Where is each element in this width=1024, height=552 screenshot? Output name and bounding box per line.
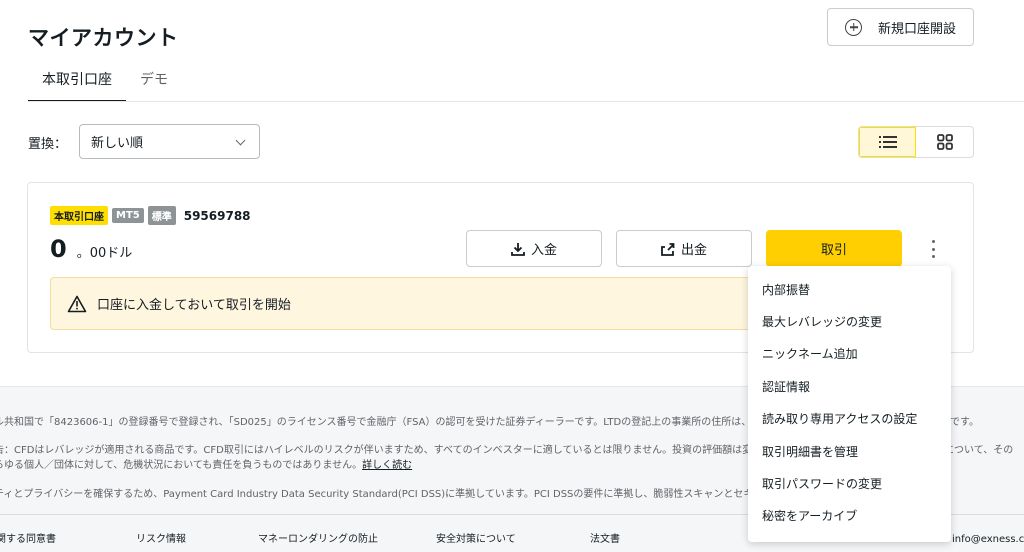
plus-circle-icon bbox=[845, 18, 862, 36]
account-number: 59569788 bbox=[183, 208, 251, 223]
menu-item-statements[interactable]: 取引明細書を管理 bbox=[748, 435, 951, 467]
list-icon bbox=[878, 136, 897, 148]
footer-link-agreement[interactable]: 関する同意書 bbox=[0, 532, 56, 547]
warning-icon bbox=[67, 295, 87, 312]
balance-decimal: 。00ドル bbox=[76, 246, 133, 261]
new-account-label: 新規口座開設 bbox=[878, 21, 957, 37]
balance: 0 。00ドル bbox=[50, 235, 132, 263]
trade-button[interactable]: 取引 bbox=[766, 230, 902, 267]
withdraw-button[interactable]: 出金 bbox=[616, 230, 752, 267]
more-options-menu: 内部振替 最大レバレッジの変更 ニックネーム追加 認証情報 読み取り専用アクセス… bbox=[748, 266, 951, 542]
footer-link-aml[interactable]: マネーロンダリングの防止 bbox=[258, 532, 378, 547]
badge-type: 標準 bbox=[147, 206, 176, 225]
more-options-icon[interactable] bbox=[926, 238, 940, 260]
view-toggle bbox=[858, 126, 974, 158]
chevron-down-icon bbox=[235, 135, 246, 146]
account-badges: 本取引口座 MT5 標準 59569788 bbox=[50, 206, 251, 225]
warning-text: 口座に入金しておいて取引を開始 bbox=[97, 298, 291, 313]
badge-platform: MT5 bbox=[112, 208, 144, 223]
download-icon bbox=[511, 242, 525, 256]
footer-link-legal[interactable]: 法文書 bbox=[590, 532, 620, 547]
deposit-button[interactable]: 入金 bbox=[466, 230, 602, 267]
deposit-label: 入金 bbox=[530, 243, 557, 258]
footer-link-risk[interactable]: リスク情報 bbox=[136, 532, 186, 547]
footer-line-3: らゆる個人／団体に対して、危機状況においても責任を負うものではありません。詳しく… bbox=[0, 460, 413, 471]
footer-line-2: 告：CFDはレバレッジが適用される商品です。CFD取引にはハイレベルのリスクが伴… bbox=[0, 445, 1014, 456]
menu-item-change-password[interactable]: 取引パスワードの変更 bbox=[748, 467, 951, 499]
sort-select[interactable]: 新しい順 bbox=[79, 124, 260, 159]
badge-real: 本取引口座 bbox=[50, 206, 108, 225]
grid-icon bbox=[936, 134, 953, 150]
menu-item-internal-transfer[interactable]: 内部振替 bbox=[748, 273, 951, 305]
sort-label: 置換： bbox=[28, 137, 68, 152]
grid-view-button[interactable] bbox=[916, 127, 973, 157]
tab-divider bbox=[28, 101, 1024, 102]
footer-line-4: ティとプライバシーを確保するため、Payment Card Industry D… bbox=[0, 489, 853, 500]
menu-item-archive[interactable]: 秘密をアーカイブ bbox=[748, 500, 951, 532]
footer-email[interactable]: info@exness.com bbox=[952, 532, 1024, 547]
account-tabs: 本取引口座 デモ bbox=[28, 62, 182, 102]
menu-item-credentials[interactable]: 認証情報 bbox=[748, 370, 951, 402]
withdraw-label: 出金 bbox=[680, 243, 707, 258]
menu-item-change-leverage[interactable]: 最大レバレッジの変更 bbox=[748, 305, 951, 337]
menu-item-add-nickname[interactable]: ニックネーム追加 bbox=[748, 338, 951, 370]
deposit-warning-banner: 口座に入金しておいて取引を開始 bbox=[50, 277, 762, 330]
share-upload-icon bbox=[661, 242, 675, 256]
sort-value: 新しい順 bbox=[91, 136, 144, 151]
page-title: マイアカウント bbox=[28, 26, 179, 50]
footer-link-security[interactable]: 安全対策について bbox=[436, 532, 516, 547]
tab-demo[interactable]: デモ bbox=[126, 62, 182, 102]
footer-line-1: ル共和国で「8423606-1」の登録番号で登録され、「SD025」のライセンス… bbox=[0, 417, 979, 428]
read-more-link[interactable]: 詳しく読む bbox=[362, 460, 412, 471]
list-view-button[interactable] bbox=[859, 127, 917, 157]
menu-item-read-only-access[interactable]: 読み取り専用アクセスの設定 bbox=[748, 403, 951, 435]
tab-real[interactable]: 本取引口座 bbox=[28, 62, 126, 102]
balance-integer: 0 bbox=[50, 235, 67, 263]
new-account-button[interactable]: 新規口座開設 bbox=[827, 8, 974, 46]
